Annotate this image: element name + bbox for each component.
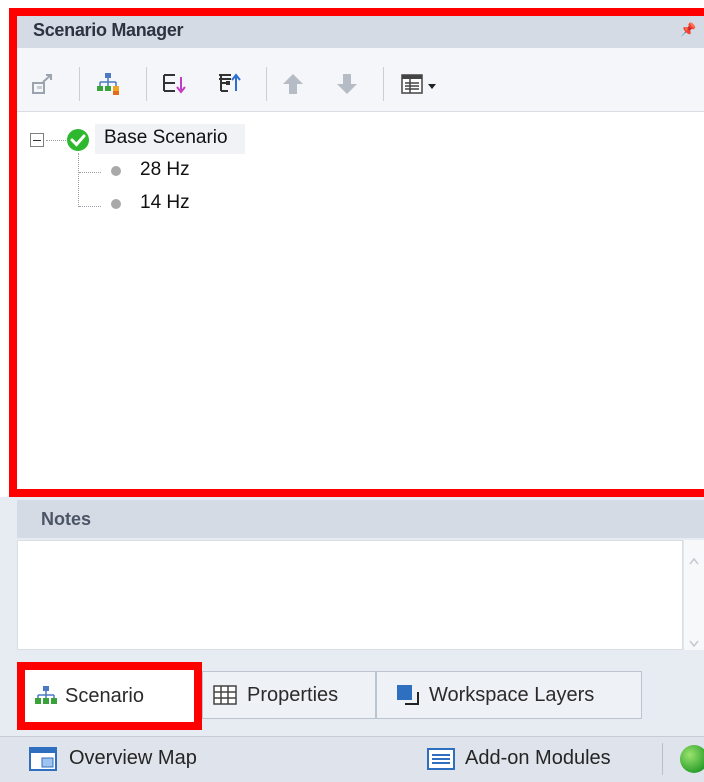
tree-sort-icon[interactable] — [160, 70, 188, 98]
tab-workspace-layers[interactable]: Workspace Layers — [376, 671, 642, 719]
overview-map-icon — [28, 746, 58, 772]
tree-filter-icon[interactable] — [215, 70, 243, 98]
child-scenario-icon — [111, 166, 121, 176]
collapse-toggle-icon[interactable] — [30, 133, 44, 147]
overview-map-button[interactable]: Overview Map — [69, 747, 197, 770]
tree-connector — [79, 206, 101, 207]
toolbar-separator — [266, 67, 267, 101]
tab-properties[interactable]: Properties — [202, 671, 376, 719]
workspace-layers-icon — [395, 683, 421, 707]
tab-scenario[interactable]: Scenario — [17, 662, 202, 730]
status-indicator-icon[interactable] — [680, 745, 704, 773]
current-scenario-check-icon — [66, 128, 90, 152]
toolbar-separator — [79, 67, 80, 101]
base-scenario-label[interactable]: Base Scenario — [104, 127, 228, 149]
notes-textarea[interactable] — [17, 540, 683, 650]
child-scenario-icon — [111, 199, 121, 209]
tab-label: Workspace Layers — [429, 683, 595, 706]
move-up-icon[interactable] — [279, 70, 307, 98]
scenario-manager-title: Scenario Manager — [33, 20, 184, 40]
move-down-icon[interactable] — [333, 70, 361, 98]
notes-title: Notes — [41, 509, 92, 529]
notes-header — [17, 500, 704, 538]
child-scenario-label[interactable]: 14 Hz — [140, 192, 190, 214]
toolbar-separator — [146, 67, 147, 101]
tree-connector — [78, 153, 79, 207]
scenario-tree-icon — [33, 683, 59, 709]
promote-scenario-icon[interactable] — [28, 70, 56, 98]
addon-modules-button[interactable]: Add-on Modules — [465, 747, 611, 770]
display-options-icon[interactable] — [399, 70, 427, 98]
addon-modules-icon — [426, 746, 456, 772]
tree-connector — [79, 172, 101, 173]
properties-grid-icon — [212, 683, 238, 707]
create-child-scenario-icon[interactable] — [94, 70, 122, 98]
notes-scrollbar[interactable] — [683, 540, 704, 650]
dropdown-arrow-icon[interactable] — [427, 78, 437, 89]
child-scenario-label[interactable]: 28 Hz — [140, 159, 190, 181]
tab-label: Scenario — [65, 684, 144, 707]
tab-label: Properties — [247, 683, 339, 706]
tree-connector — [46, 140, 66, 141]
pin-icon[interactable]: 📌 — [680, 22, 696, 38]
bottom-bar-separator — [662, 743, 663, 775]
toolbar-separator — [383, 67, 384, 101]
